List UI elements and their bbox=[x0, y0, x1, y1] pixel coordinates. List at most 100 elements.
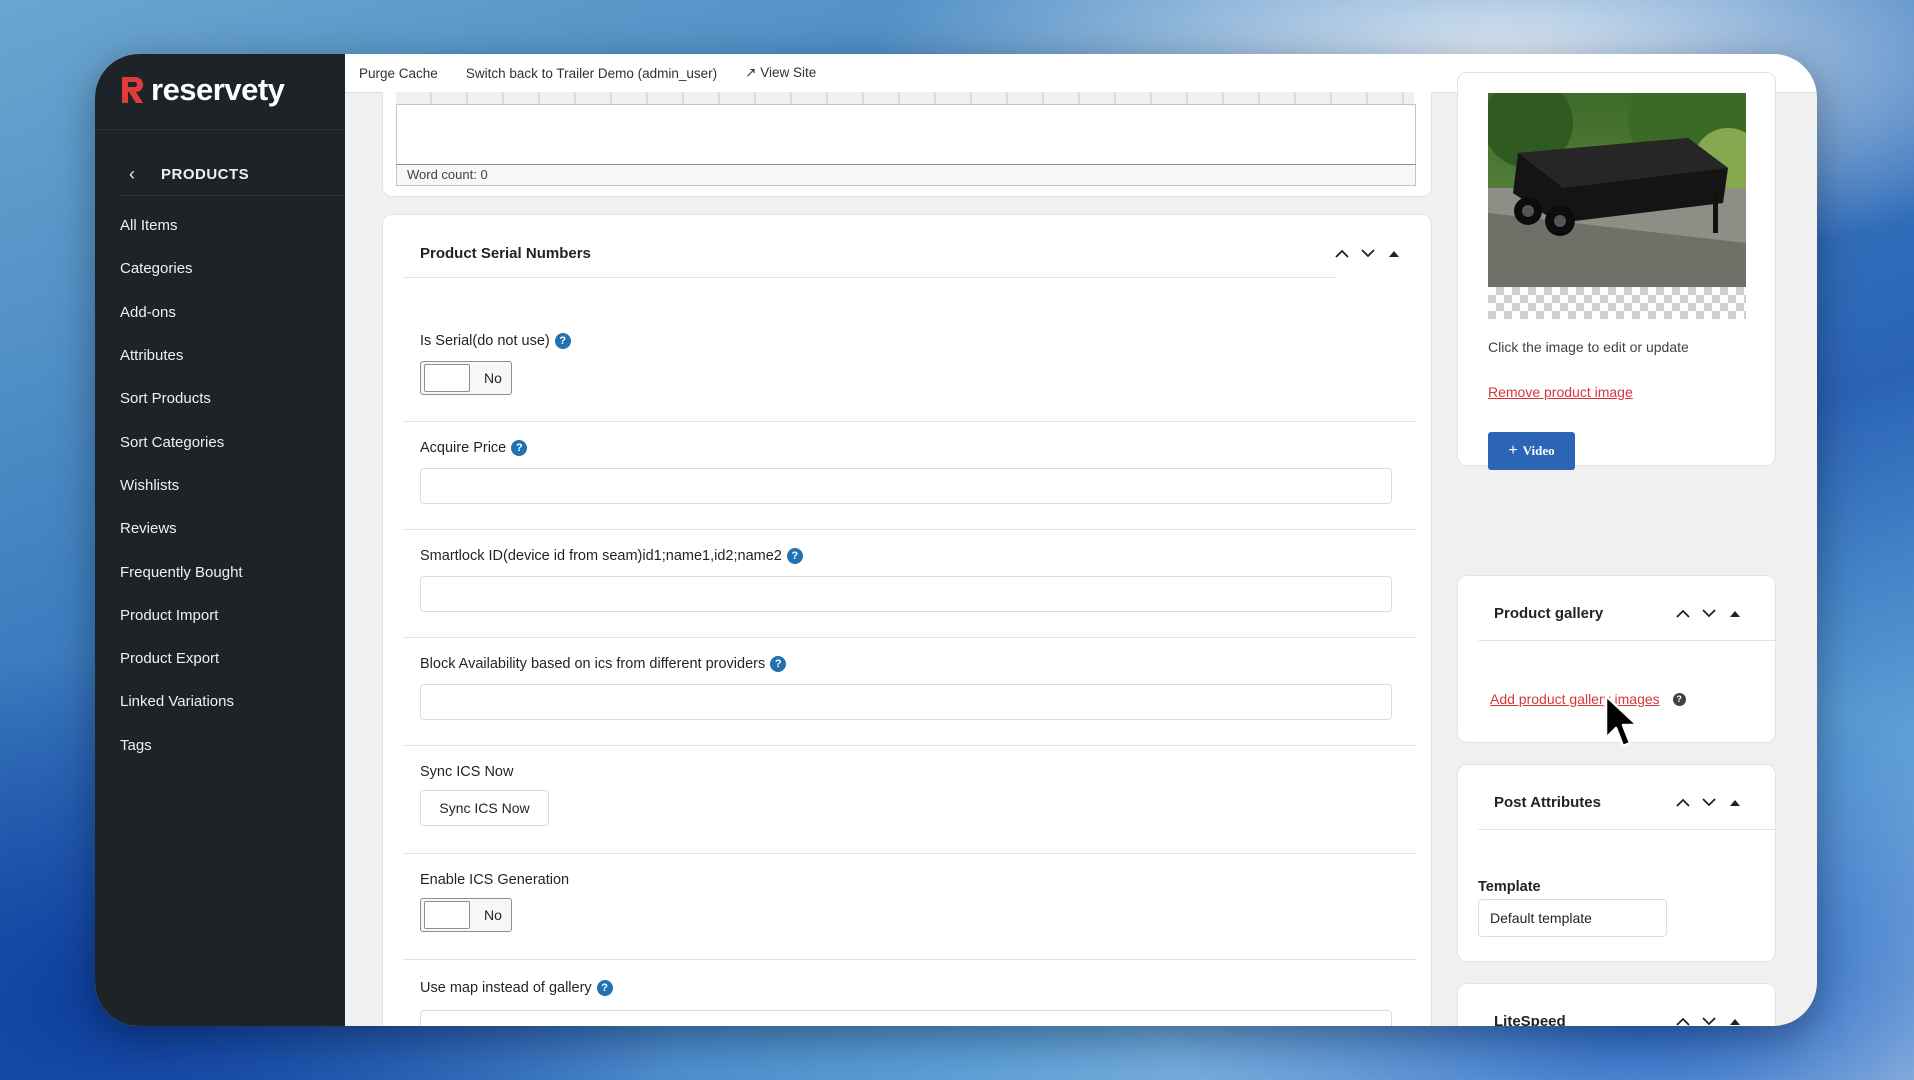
use-map-label-text: Use map instead of gallery bbox=[420, 980, 592, 996]
collapse-triangle-icon[interactable] bbox=[1722, 603, 1748, 623]
is-serial-field: Is Serial(do not use) ? No bbox=[420, 333, 1420, 395]
field-divider bbox=[403, 745, 1416, 746]
gallery-header-divider bbox=[1478, 640, 1775, 641]
panel-title: Product Serial Numbers bbox=[420, 245, 591, 262]
video-button-label: Video bbox=[1522, 443, 1555, 458]
sidebar-item-product-export[interactable]: Product Export bbox=[95, 637, 345, 680]
enable-ics-toggle[interactable]: No bbox=[420, 898, 512, 932]
sidebar-section-header: ‹ PRODUCTS bbox=[95, 154, 345, 194]
serial-numbers-panel: Product Serial Numbers Is Serial(do not … bbox=[382, 214, 1432, 1026]
toggle-state-label: No bbox=[484, 907, 502, 923]
use-map-field: Use map instead of gallery ? bbox=[420, 980, 1420, 1026]
sidebar-item-sort-products[interactable]: Sort Products bbox=[95, 377, 345, 420]
editor-toolbar[interactable] bbox=[396, 92, 1414, 104]
sidebar-item-wishlists[interactable]: Wishlists bbox=[95, 464, 345, 507]
smartlock-label: Smartlock ID(device id from seam)id1;nam… bbox=[420, 548, 1420, 564]
field-divider bbox=[403, 853, 1416, 854]
field-divider bbox=[403, 421, 1416, 422]
chevron-up-icon[interactable] bbox=[1670, 603, 1696, 623]
logo-icon bbox=[122, 77, 143, 103]
use-map-input[interactable] bbox=[420, 1010, 1392, 1026]
transparency-strip bbox=[1488, 287, 1746, 319]
collapse-triangle-icon[interactable] bbox=[1722, 1011, 1748, 1026]
sync-ics-label: Sync ICS Now bbox=[420, 764, 514, 780]
image-hint: Click the image to edit or update bbox=[1488, 339, 1689, 355]
editor-textarea[interactable] bbox=[396, 104, 1416, 166]
acquire-price-field: Acquire Price ? bbox=[420, 440, 1420, 504]
enable-ics-field: Enable ICS Generation No bbox=[420, 872, 1420, 932]
chevron-left-icon[interactable]: ‹ bbox=[129, 164, 135, 185]
main-content: Word count: 0 Product Serial Numbers Is … bbox=[345, 92, 1451, 1026]
add-gallery-images-link[interactable]: Add product gallery images bbox=[1490, 691, 1660, 707]
is-serial-toggle[interactable]: No bbox=[420, 361, 512, 395]
sidebar-item-linked-variations[interactable]: Linked Variations bbox=[95, 680, 345, 723]
switch-back-link[interactable]: Switch back to Trailer Demo (admin_user) bbox=[466, 66, 717, 81]
block-availability-label-text: Block Availability based on ics from dif… bbox=[420, 656, 766, 672]
field-divider bbox=[403, 529, 1416, 530]
chevron-up-icon[interactable] bbox=[1670, 792, 1696, 812]
chevron-down-icon[interactable] bbox=[1355, 243, 1381, 263]
app-window: reservety ‹ PRODUCTS All Items Categorie… bbox=[95, 54, 1817, 1026]
purge-cache-link[interactable]: Purge Cache bbox=[359, 66, 438, 81]
right-sidebar: Click the image to edit or update Remove… bbox=[1451, 72, 1817, 1026]
help-icon[interactable]: ? bbox=[1672, 692, 1686, 706]
template-select[interactable]: Default template bbox=[1478, 899, 1667, 937]
gallery-controls bbox=[1670, 603, 1748, 623]
smartlock-label-text: Smartlock ID(device id from seam)id1;nam… bbox=[420, 548, 782, 564]
panel-header-divider bbox=[403, 277, 1336, 278]
toggle-knob bbox=[424, 364, 470, 392]
template-label: Template bbox=[1478, 879, 1541, 895]
product-image[interactable] bbox=[1488, 93, 1746, 319]
panel-controls bbox=[1329, 243, 1407, 263]
collapse-triangle-icon[interactable] bbox=[1381, 243, 1407, 263]
view-site-link[interactable]: ↗ View Site bbox=[745, 65, 816, 81]
sidebar-item-product-import[interactable]: Product Import bbox=[95, 594, 345, 637]
chevron-down-icon[interactable] bbox=[1696, 792, 1722, 812]
admin-sidebar: reservety ‹ PRODUCTS All Items Categorie… bbox=[95, 54, 345, 1026]
sidebar-menu: All Items Categories Add-ons Attributes … bbox=[95, 204, 345, 767]
acquire-price-label: Acquire Price ? bbox=[420, 440, 1420, 456]
sidebar-divider bbox=[95, 129, 345, 130]
chevron-down-icon[interactable] bbox=[1696, 603, 1722, 623]
chevron-down-icon[interactable] bbox=[1696, 1011, 1722, 1026]
sidebar-item-tags[interactable]: Tags bbox=[95, 724, 345, 767]
help-icon[interactable]: ? bbox=[554, 333, 571, 349]
remove-product-image-link[interactable]: Remove product image bbox=[1488, 384, 1633, 400]
help-icon[interactable]: ? bbox=[596, 980, 613, 996]
sidebar-item-reviews[interactable]: Reviews bbox=[95, 507, 345, 550]
smartlock-field: Smartlock ID(device id from seam)id1;nam… bbox=[420, 548, 1420, 612]
sidebar-item-categories[interactable]: Categories bbox=[95, 247, 345, 290]
is-serial-label-text: Is Serial(do not use) bbox=[420, 333, 550, 349]
help-icon[interactable]: ? bbox=[786, 548, 803, 564]
enable-ics-label: Enable ICS Generation bbox=[420, 872, 570, 888]
add-video-button[interactable]: + Video bbox=[1488, 432, 1575, 470]
post-attributes-card: Post Attributes Template Default templat… bbox=[1457, 764, 1776, 962]
smartlock-input[interactable] bbox=[420, 576, 1392, 612]
block-availability-input[interactable] bbox=[420, 684, 1392, 720]
sidebar-item-all-items[interactable]: All Items bbox=[95, 204, 345, 247]
sync-ics-button[interactable]: Sync ICS Now bbox=[420, 790, 549, 826]
panel-header: Product Serial Numbers bbox=[383, 215, 1431, 293]
block-availability-label: Block Availability based on ics from dif… bbox=[420, 656, 1420, 672]
chevron-up-icon[interactable] bbox=[1670, 1011, 1696, 1026]
field-divider bbox=[403, 637, 1416, 638]
brand-logo[interactable]: reservety bbox=[119, 72, 285, 108]
sidebar-item-sort-categories[interactable]: Sort Categories bbox=[95, 420, 345, 463]
help-icon[interactable]: ? bbox=[511, 440, 528, 456]
description-editor-card: Word count: 0 bbox=[382, 92, 1432, 197]
litespeed-controls bbox=[1670, 1011, 1748, 1026]
sidebar-header-divider bbox=[119, 195, 345, 196]
sidebar-item-frequently-bought[interactable]: Frequently Bought bbox=[95, 550, 345, 593]
litespeed-card: LiteSpeed bbox=[1457, 983, 1776, 1026]
product-gallery-card: Product gallery Add product gallery imag… bbox=[1457, 575, 1776, 743]
sidebar-item-attributes[interactable]: Attributes bbox=[95, 334, 345, 377]
sidebar-section-title: PRODUCTS bbox=[161, 165, 250, 183]
collapse-triangle-icon[interactable] bbox=[1722, 792, 1748, 812]
sync-ics-field: Sync ICS Now Sync ICS Now bbox=[420, 764, 1420, 826]
help-icon[interactable]: ? bbox=[770, 656, 787, 672]
chevron-up-icon[interactable] bbox=[1329, 243, 1355, 263]
sidebar-item-add-ons[interactable]: Add-ons bbox=[95, 291, 345, 334]
product-gallery-title: Product gallery bbox=[1494, 605, 1604, 622]
acquire-price-input[interactable] bbox=[420, 468, 1392, 504]
acquire-price-label-text: Acquire Price bbox=[420, 440, 507, 456]
